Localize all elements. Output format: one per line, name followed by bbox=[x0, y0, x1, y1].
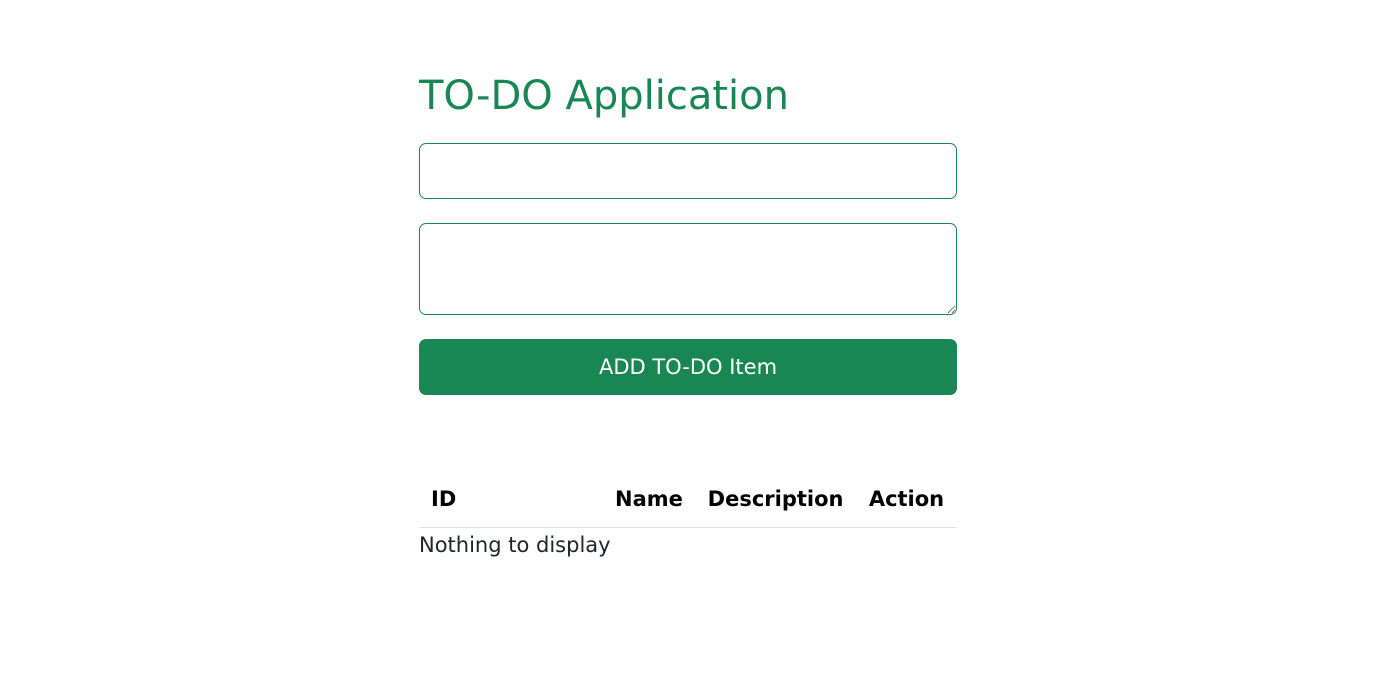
column-header-name: Name bbox=[603, 472, 696, 528]
todo-description-textarea[interactable] bbox=[419, 223, 957, 315]
add-todo-button[interactable]: ADD TO-DO Item bbox=[419, 339, 957, 395]
column-header-action: Action bbox=[856, 472, 957, 528]
todo-table: ID Name Description Action bbox=[419, 472, 957, 528]
page-title: TO-DO Application bbox=[419, 73, 789, 119]
todo-name-input[interactable] bbox=[419, 143, 957, 199]
column-header-description: Description bbox=[695, 472, 857, 528]
empty-state-message: Nothing to display bbox=[419, 533, 611, 557]
column-header-id: ID bbox=[419, 472, 603, 528]
table-header-row: ID Name Description Action bbox=[419, 472, 957, 528]
